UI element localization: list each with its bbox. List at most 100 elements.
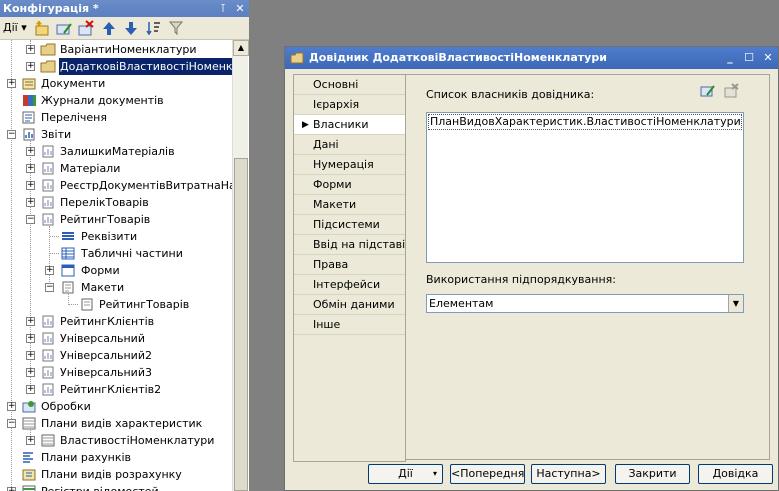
close-icon[interactable]: ✕ [760, 49, 776, 66]
processing-icon [22, 401, 36, 413]
tree-item[interactable]: Реквізити [0, 228, 232, 245]
tree-item[interactable]: + РейтингКлієнтів2 [0, 381, 232, 398]
filter-icon[interactable] [168, 20, 186, 37]
scrollbar-thumb[interactable] [234, 158, 248, 491]
owners-list[interactable]: ПланВидовХарактеристик.ВластивостіНоменк… [426, 112, 744, 263]
tree-item-label: Універсальний [60, 332, 145, 345]
nav-item-templates[interactable]: Макети [294, 195, 405, 215]
nav-item-owners[interactable]: ▶ Власники [294, 115, 405, 135]
tree-item[interactable]: + ПерелікТоварів [0, 194, 232, 211]
previous-button[interactable]: <Попередня [450, 464, 525, 484]
report-icon [42, 196, 54, 209]
close-icon[interactable]: ✕ [233, 0, 247, 17]
tree-item[interactable]: Плани видів розрахунку [0, 466, 232, 483]
tree-item[interactable]: + Форми [0, 262, 232, 279]
maximize-icon[interactable]: ☐ [741, 49, 757, 66]
actions-menu[interactable]: Дії ▾ [3, 21, 27, 34]
expand-toggle[interactable]: + [7, 79, 16, 88]
tree-item[interactable]: + ВаріантиНоменклатури [0, 41, 232, 58]
expand-toggle[interactable]: + [26, 181, 35, 190]
close-button[interactable]: Закрити [615, 464, 690, 484]
edit-icon[interactable] [55, 20, 73, 37]
nav-item-data-exchange[interactable]: Обмін даними [294, 295, 405, 315]
tree-item[interactable]: + Документи [0, 75, 232, 92]
chevron-down-icon[interactable]: ▼ [728, 295, 743, 312]
list-item[interactable]: ПланВидовХарактеристик.ВластивостіНоменк… [428, 114, 742, 130]
tree-item[interactable]: + РеєстрДокументівВитратнаНакла [0, 177, 232, 194]
tree-item[interactable]: Журнали документів [0, 92, 232, 109]
tree-item[interactable]: РейтингТоварів [0, 296, 232, 313]
nav-item-data[interactable]: Дані [294, 135, 405, 155]
tree-item[interactable]: + Універсальний2 [0, 347, 232, 364]
tree-item[interactable]: + Універсальний [0, 330, 232, 347]
tree-item[interactable]: Табличні частини [0, 245, 232, 262]
nav-item-hierarchy[interactable]: Ієрархія [294, 95, 405, 115]
tree-item[interactable]: + Універсальний3 [0, 364, 232, 381]
tree-scrollbar[interactable]: ▲ [232, 40, 249, 491]
tree-item-label: Плани видів розрахунку [41, 468, 182, 481]
expand-toggle[interactable]: + [26, 317, 35, 326]
expand-toggle[interactable]: + [7, 402, 16, 411]
collapse-toggle[interactable]: − [26, 215, 35, 224]
next-button[interactable]: Наступна> [531, 464, 606, 484]
configuration-tree: + ВаріантиНоменклатури + ДодатковіВласти… [0, 40, 232, 491]
nav-item-main[interactable]: Основні [294, 75, 405, 95]
nav-item-interfaces[interactable]: Інтерфейси [294, 275, 405, 295]
pin-icon[interactable]: ⊺ [216, 0, 230, 17]
tree-item[interactable]: Плани рахунків [0, 449, 232, 466]
expand-toggle[interactable]: + [26, 45, 35, 54]
expand-toggle[interactable]: + [26, 198, 35, 207]
expand-toggle[interactable]: + [26, 62, 35, 71]
sort-icon[interactable] [145, 20, 163, 37]
tree-item[interactable]: − Звіти [0, 126, 232, 143]
collapse-toggle[interactable]: − [45, 283, 54, 292]
nav-item-other[interactable]: Інше [294, 315, 405, 335]
expand-toggle[interactable]: + [26, 368, 35, 377]
actions-button[interactable]: Дії ▾ [368, 464, 443, 484]
delete-icon[interactable] [77, 20, 95, 37]
tree-item[interactable]: + Обробки [0, 398, 232, 415]
add-icon[interactable] [33, 20, 51, 37]
nav-item-subsystems[interactable]: Підсистеми [294, 215, 405, 235]
tree-item-label: РейтингТоварів [60, 213, 151, 226]
owners-list-label: Список власників довідника: [426, 88, 595, 101]
tree-item[interactable]: + ЗалишкиМатеріалів [0, 143, 232, 160]
minimize-icon[interactable]: _ [722, 49, 738, 66]
expand-toggle[interactable]: + [26, 147, 35, 156]
nav-item-numbering[interactable]: Нумерація [294, 155, 405, 175]
expand-toggle[interactable]: + [26, 351, 35, 360]
subordination-select[interactable]: Елементам ▼ [426, 294, 744, 313]
tree-item[interactable]: + РейтингКлієнтів [0, 313, 232, 330]
remove-owner-icon[interactable] [723, 83, 741, 99]
nav-item-forms[interactable]: Форми [294, 175, 405, 195]
edit-owners-icon[interactable] [699, 83, 717, 99]
collapse-toggle[interactable]: − [7, 419, 16, 428]
tree-item[interactable]: Переліченя [0, 109, 232, 126]
tree-item[interactable]: + ВластивостіНоменклатури [0, 432, 232, 449]
nav-item-input-on-basis[interactable]: Ввід на підставі [294, 235, 405, 255]
expand-toggle[interactable]: + [7, 487, 16, 491]
expand-toggle[interactable]: + [26, 334, 35, 343]
tree-item[interactable]: − Макети [0, 279, 232, 296]
dialog-title: Довідник ДодатковіВластивостіНоменклатур… [309, 51, 607, 64]
report-icon [42, 315, 54, 328]
templates-icon [62, 281, 74, 294]
move-down-icon[interactable] [122, 20, 140, 37]
report-icon [42, 179, 54, 192]
expand-toggle[interactable]: + [26, 385, 35, 394]
move-up-icon[interactable] [100, 20, 118, 37]
help-button[interactable]: Довідка [698, 464, 773, 484]
scroll-up-arrow-icon[interactable]: ▲ [233, 40, 249, 56]
expand-toggle[interactable]: + [45, 266, 54, 275]
tree-item-label: Переліченя [41, 111, 107, 124]
expand-toggle[interactable]: + [26, 164, 35, 173]
tree-item-label: ДодатковіВластивостіНоменклатури [57, 57, 232, 76]
tree-item[interactable]: − РейтингТоварів [0, 211, 232, 228]
expand-toggle[interactable]: + [26, 436, 35, 445]
nav-item-rights[interactable]: Права [294, 255, 405, 275]
tree-item[interactable]: + Регістри відомостей [0, 483, 232, 491]
tree-item[interactable]: + Матеріали [0, 160, 232, 177]
tree-item-selected[interactable]: + ДодатковіВластивостіНоменклатури [0, 57, 232, 76]
collapse-toggle[interactable]: − [7, 130, 16, 139]
tree-item[interactable]: − Плани видів характеристик [0, 415, 232, 432]
